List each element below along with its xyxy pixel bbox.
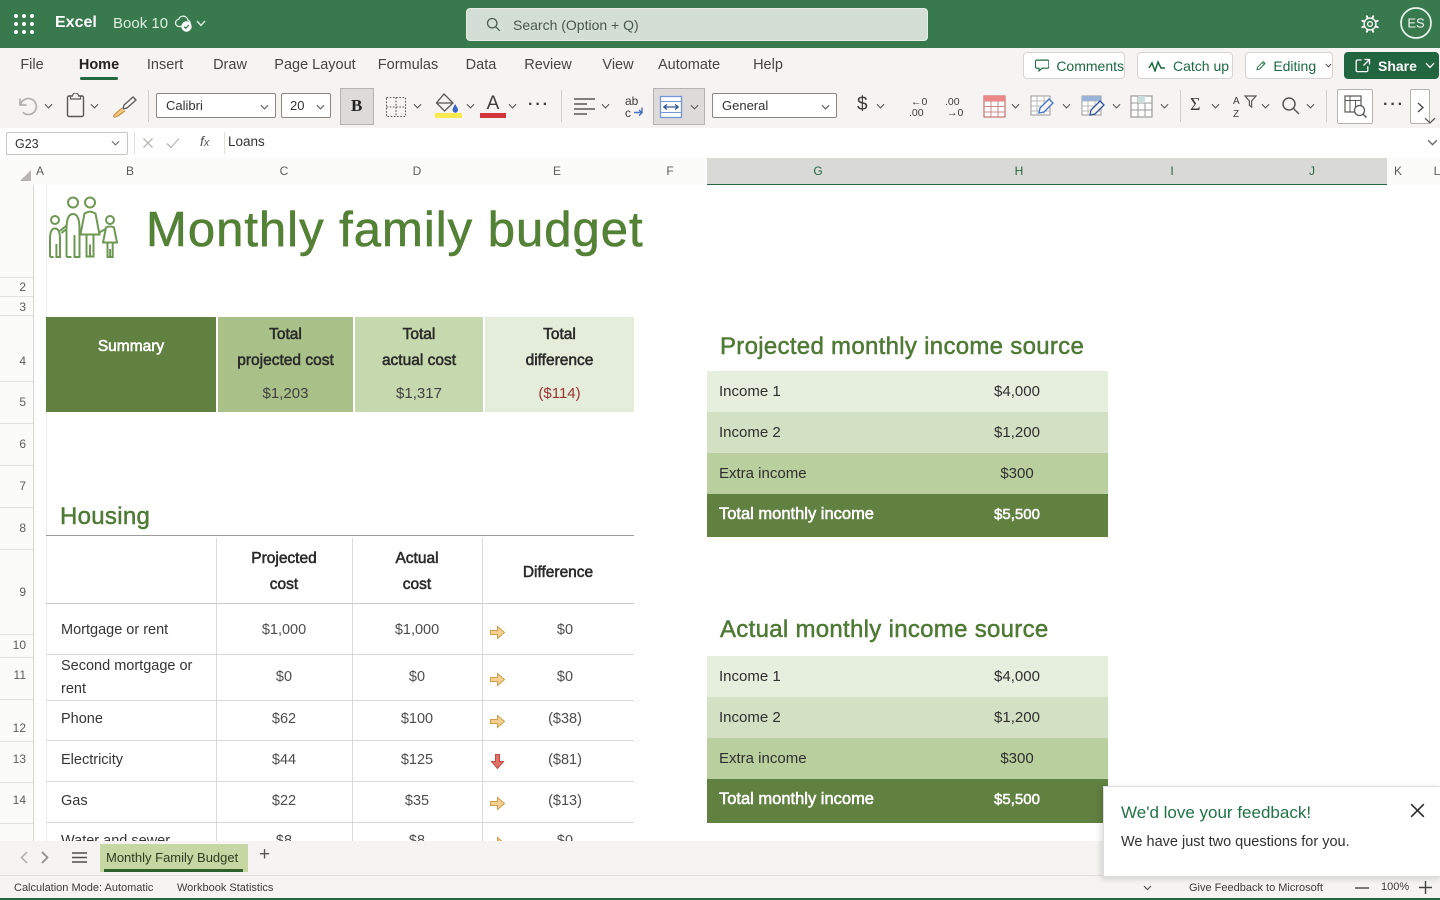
svg-text:→0: →0	[947, 107, 964, 118]
svg-text:.00: .00	[909, 107, 924, 118]
svg-text:Z: Z	[1233, 109, 1239, 119]
svg-text:A: A	[487, 93, 500, 114]
svg-text:c: c	[625, 106, 631, 119]
svg-text:ES: ES	[1407, 16, 1425, 31]
svg-text:A: A	[1233, 96, 1240, 107]
